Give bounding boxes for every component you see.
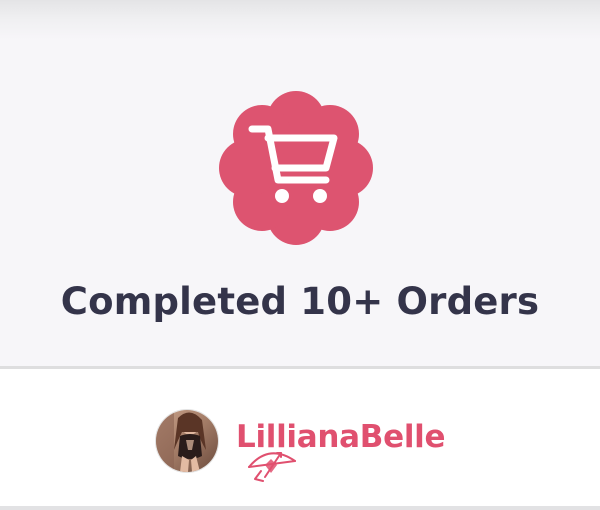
shopping-cart-icon xyxy=(219,91,373,245)
badge-title: Completed 10+ Orders xyxy=(60,280,540,323)
profile-bar[interactable]: LillianaBelle xyxy=(0,369,600,510)
cupid-bow-arrow-icon xyxy=(248,452,296,482)
bottom-divider xyxy=(0,506,600,510)
avatar-photo xyxy=(156,410,218,472)
avatar[interactable] xyxy=(155,409,219,473)
achievement-badge-card: Completed 10+ Orders xyxy=(0,0,600,367)
